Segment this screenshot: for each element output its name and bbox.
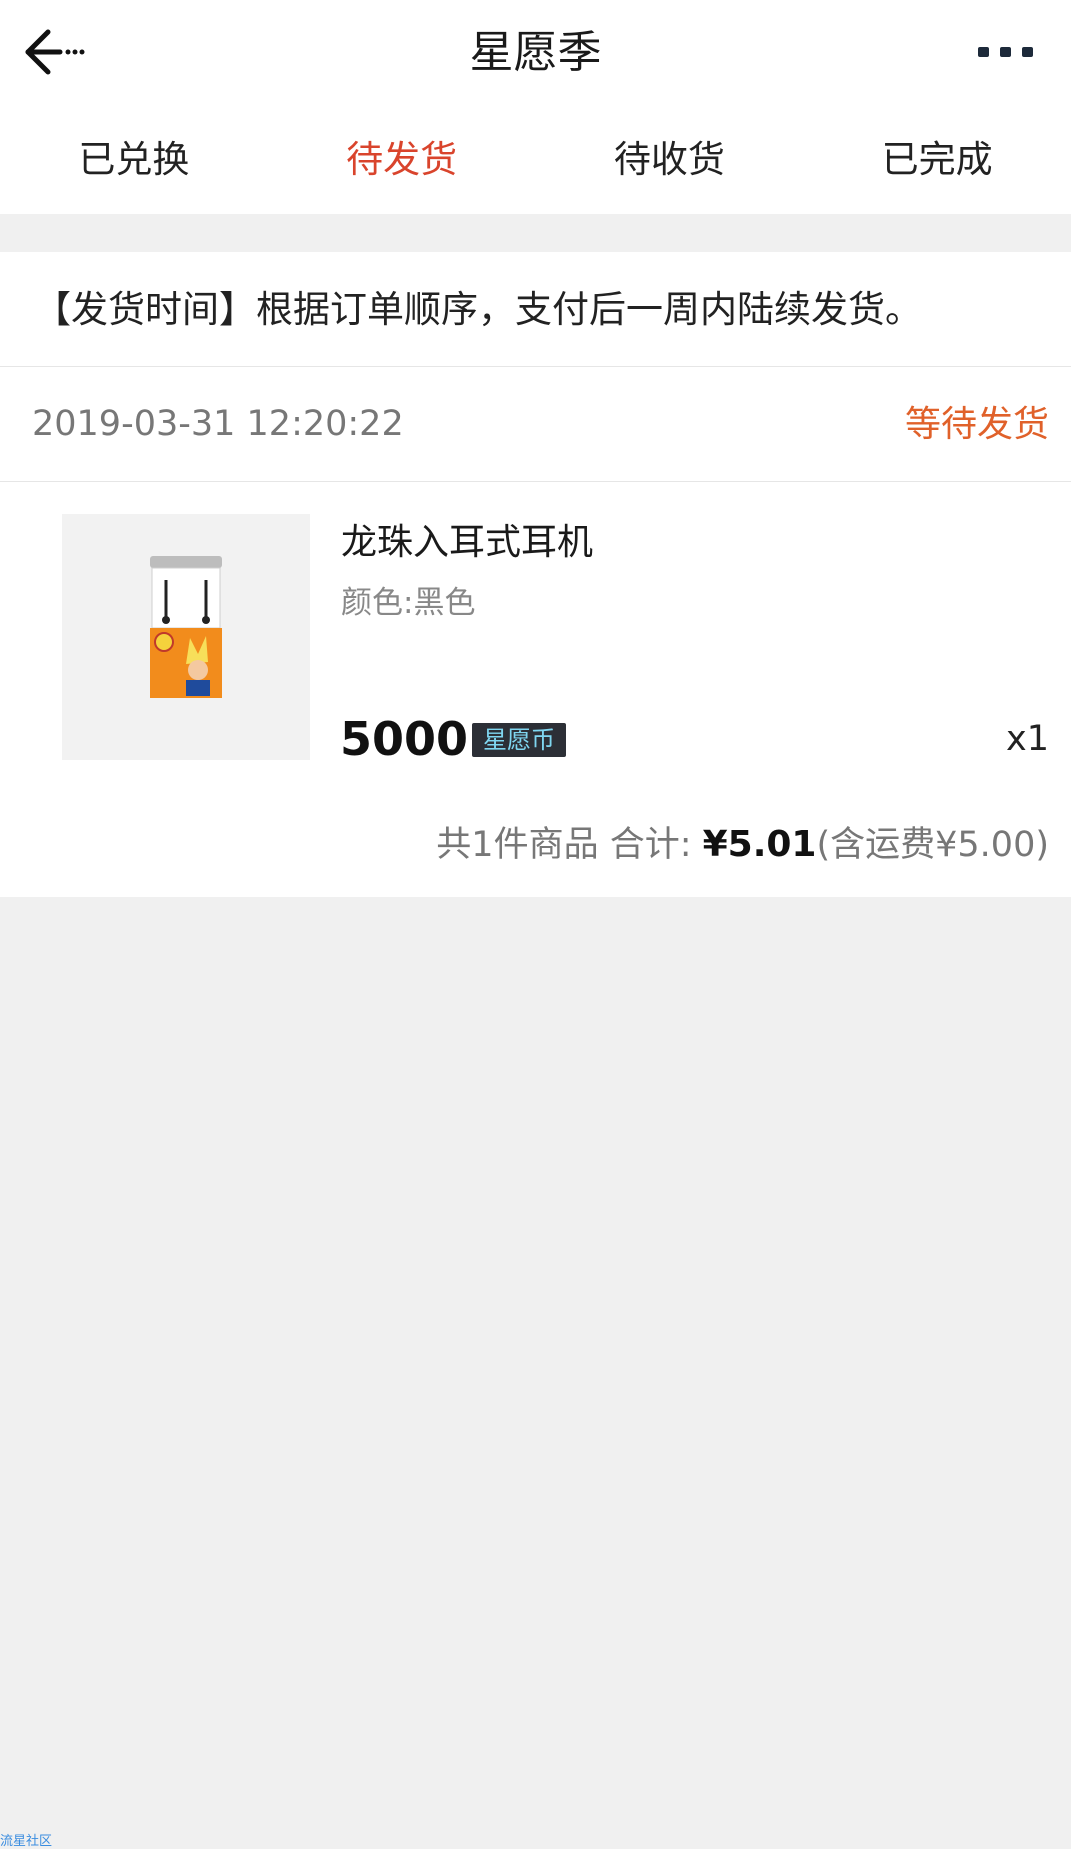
back-button[interactable]	[20, 24, 90, 80]
product-price: 5000	[340, 712, 469, 766]
order-count-text: 共1件商品 合计:	[436, 825, 703, 865]
more-button[interactable]	[976, 40, 1036, 64]
order-amount: ¥5.01	[702, 824, 817, 865]
page: 星愿季 已兑换 待发货 待收货 已完成 【发货时间】根据订单顺序，支付后一周内陆…	[0, 0, 1071, 1849]
tab-pending-shipment[interactable]: 待发货	[268, 106, 536, 214]
order-total: 共1件商品 合计: ¥5.01(含运费¥5.00)	[436, 820, 1049, 870]
product-image[interactable]	[62, 514, 310, 760]
tab-redeemed[interactable]: 已兑换	[0, 106, 268, 214]
watermark: 流星社区	[0, 1834, 53, 1849]
order-time: 2019-03-31 12:20:22	[32, 404, 404, 444]
tab-pending-receipt[interactable]: 待收货	[536, 106, 804, 214]
currency-badge: 星愿币	[472, 723, 566, 757]
order-card[interactable]: 2019-03-31 12:20:22 等待发货 龙珠入耳式耳机 颜色:黑色 5…	[0, 367, 1071, 897]
page-title: 星愿季	[469, 27, 602, 78]
navbar: 星愿季	[0, 0, 1071, 106]
shipping-notice: 【发货时间】根据订单顺序，支付后一周内陆续发货。	[0, 252, 1071, 367]
earphone-package-image	[62, 514, 310, 760]
more-dots-icon	[978, 47, 1033, 57]
product-quantity: x1	[1006, 719, 1049, 759]
order-tabs: 已兑换 待发货 待收货 已完成	[0, 106, 1071, 214]
product-name[interactable]: 龙珠入耳式耳机	[341, 513, 593, 565]
tab-completed[interactable]: 已完成	[803, 106, 1071, 214]
product-spec: 颜色:黑色	[341, 585, 476, 621]
shipping-fee: (含运费¥5.00)	[816, 825, 1049, 865]
order-header: 2019-03-31 12:20:22 等待发货	[0, 367, 1071, 482]
back-arrow-icon	[25, 29, 85, 75]
order-status: 等待发货	[904, 404, 1049, 445]
